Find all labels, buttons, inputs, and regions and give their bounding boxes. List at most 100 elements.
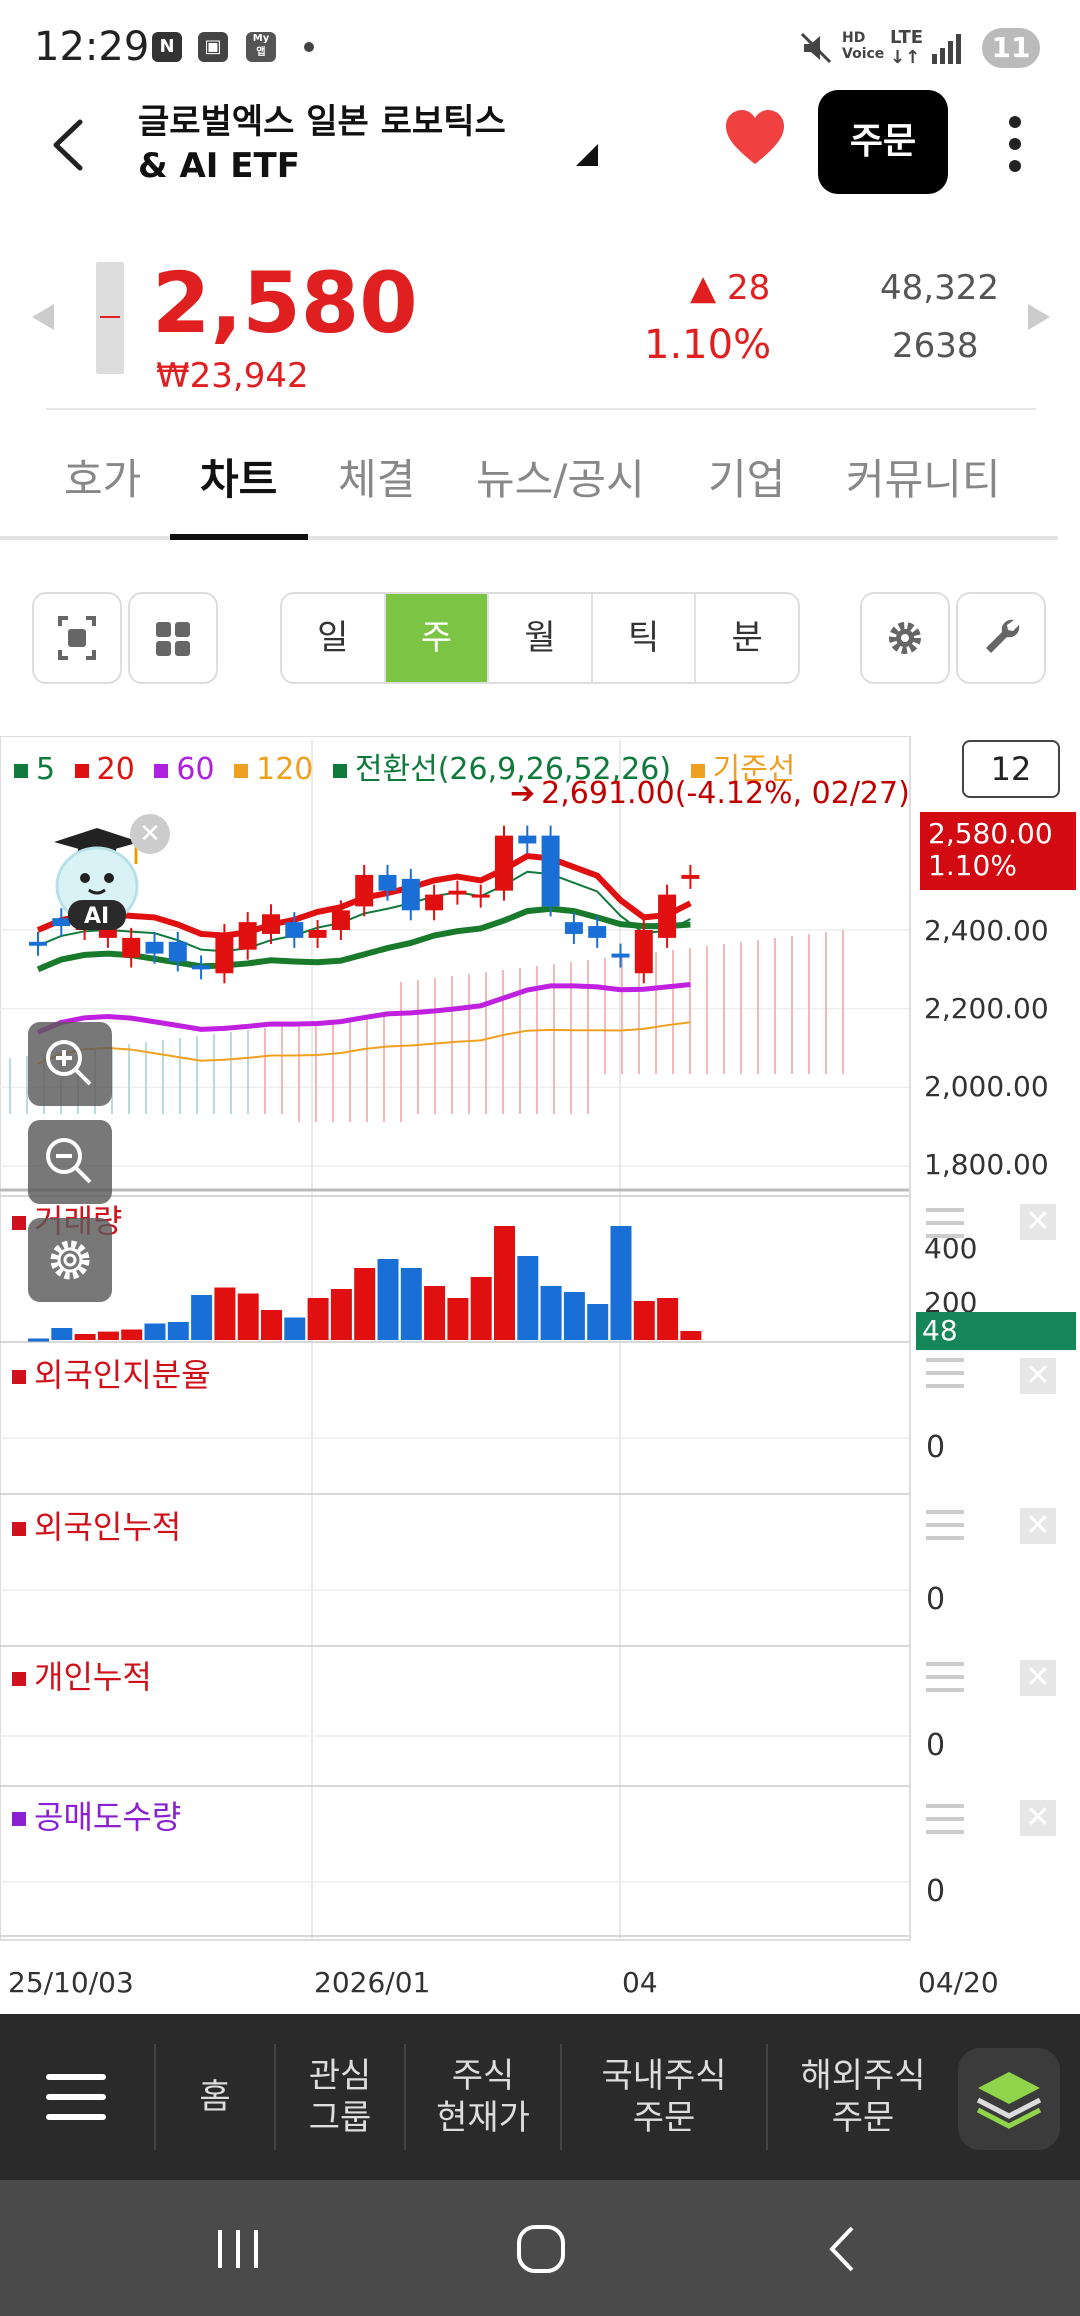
volume-bar xyxy=(167,1322,189,1340)
gear-icon xyxy=(50,1240,90,1280)
ma120-line xyxy=(37,1021,691,1065)
favorite-heart-icon[interactable] xyxy=(722,106,788,172)
volume-bar xyxy=(237,1293,259,1340)
price-change-pct: 1.10% xyxy=(644,322,772,368)
volume-bar xyxy=(610,1226,632,1340)
layers-icon xyxy=(976,2072,1042,2129)
volume-bar xyxy=(377,1259,399,1340)
volume-bar xyxy=(97,1331,119,1340)
volume-bar xyxy=(214,1287,236,1340)
panel-menu-icon[interactable] xyxy=(926,1804,964,1843)
candle xyxy=(658,894,677,938)
panel-title-individual-cumulative: 개인누적 xyxy=(12,1652,152,1698)
date-axis-label: 25/10/03 xyxy=(8,1966,134,1999)
volume-bar xyxy=(28,1338,49,1342)
trade-volume: 48,322 xyxy=(880,268,999,308)
panel-close-icon[interactable]: ✕ xyxy=(1020,1800,1056,1836)
period-month-button[interactable]: 월 xyxy=(489,594,593,682)
nav-domestic-order[interactable]: 국내주식 주문 xyxy=(562,2014,766,2180)
panel-close-icon[interactable]: ✕ xyxy=(1020,1204,1056,1240)
period-minute-button[interactable]: 분 xyxy=(696,594,798,682)
chart-count-box[interactable]: 12 xyxy=(962,740,1060,798)
status-time: 12:29 xyxy=(34,24,150,70)
volume-bar xyxy=(144,1323,166,1340)
price-axis-label: 2,200.00 xyxy=(924,992,1049,1025)
layout-grid-button[interactable] xyxy=(128,592,218,684)
volume-bar xyxy=(400,1268,422,1340)
more-menu-icon[interactable] xyxy=(1000,112,1030,176)
nav-watchlist-group[interactable]: 관심 그룹 xyxy=(276,2014,404,2180)
panel-menu-icon[interactable] xyxy=(926,1208,964,1247)
mute-icon xyxy=(800,32,832,64)
volume-tag: 48 xyxy=(916,1312,1076,1350)
candle xyxy=(355,874,374,907)
panel-close-icon[interactable]: ✕ xyxy=(1020,1660,1056,1696)
volume-bar xyxy=(284,1317,306,1340)
recent-apps-icon[interactable] xyxy=(214,2226,262,2272)
hamburger-icon xyxy=(46,2074,106,2120)
volume-bar xyxy=(680,1331,702,1340)
candle xyxy=(518,835,537,844)
tab-hoga[interactable]: 호가 xyxy=(64,446,141,507)
n-icon: N xyxy=(152,32,182,62)
panel-close-icon[interactable]: ✕ xyxy=(1020,1358,1056,1394)
period-tick-button[interactable]: 틱 xyxy=(593,594,697,682)
candle xyxy=(122,937,141,958)
next-stock-arrow-icon[interactable] xyxy=(1026,302,1052,332)
tab-trades[interactable]: 체결 xyxy=(338,446,415,507)
wrench-icon xyxy=(986,619,1020,653)
chart-tools-button[interactable] xyxy=(956,592,1046,684)
panel-menu-icon[interactable] xyxy=(926,1510,964,1549)
tab-community[interactable]: 커뮤니티 xyxy=(846,446,1001,507)
period-week-button[interactable]: 주 xyxy=(385,594,490,682)
volume-bar xyxy=(191,1295,213,1340)
panel-zero-label: 0 xyxy=(926,1430,946,1465)
panel-menu-icon[interactable] xyxy=(926,1358,964,1397)
tab-news[interactable]: 뉴스/공시 xyxy=(476,446,645,507)
panel-menu-icon[interactable] xyxy=(926,1662,964,1701)
candle xyxy=(448,890,467,895)
tab-chart[interactable]: 차트 xyxy=(200,446,277,507)
zoom-out-button[interactable] xyxy=(28,1120,112,1204)
period-day-button[interactable]: 일 xyxy=(282,594,386,682)
candle xyxy=(192,965,211,970)
current-tag-pct: 1.10% xyxy=(928,849,1017,882)
screenshot-icon: ▣ xyxy=(198,32,228,62)
volume-bar xyxy=(517,1256,539,1340)
prev-stock-arrow-icon[interactable] xyxy=(30,302,56,332)
candle xyxy=(611,953,630,958)
ai-close-icon[interactable]: ✕ xyxy=(130,814,170,854)
panel-close-icon[interactable]: ✕ xyxy=(1020,1508,1056,1544)
nav-home[interactable]: 홈 xyxy=(156,2014,274,2180)
capture-button[interactable] xyxy=(32,592,122,684)
tab-company[interactable]: 기업 xyxy=(708,446,785,507)
volume-bar xyxy=(494,1226,515,1340)
chart-settings-button[interactable] xyxy=(860,592,950,684)
nav-stock-price[interactable]: 주식 현재가 xyxy=(406,2014,560,2180)
panel-title-short-selling: 공매도수량 xyxy=(12,1792,181,1838)
date-axis-label: 2026/01 xyxy=(314,1966,431,1999)
lte-icon: LTE ↓↑ xyxy=(890,27,924,68)
volume-bar xyxy=(424,1286,446,1340)
zoom-in-icon xyxy=(46,1040,92,1086)
price-axis-label: 2,400.00 xyxy=(924,914,1049,947)
candle xyxy=(564,922,583,934)
hamburger-menu-button[interactable] xyxy=(0,2014,152,2180)
battery-icon: 11 xyxy=(982,28,1040,68)
home-icon[interactable] xyxy=(514,2222,568,2276)
candle xyxy=(285,922,304,938)
price-axis-label: 2,000.00 xyxy=(924,1070,1049,1103)
candle xyxy=(425,894,444,911)
nav-overseas-order[interactable]: 해외주식 주문 xyxy=(768,2014,958,2180)
layers-button[interactable] xyxy=(958,2048,1060,2150)
back-arrow-icon[interactable] xyxy=(40,110,100,180)
high-price-annotation: ➔ 2,691.00(-4.12%, 02/27) xyxy=(510,776,910,811)
date-axis-label: 04 xyxy=(622,1966,658,1999)
zoom-in-button[interactable] xyxy=(28,1022,112,1106)
legend-ma20: 20 xyxy=(74,752,135,787)
back-nav-icon[interactable] xyxy=(822,2222,866,2276)
panel-title-foreign-cumulative: 외국인누적 xyxy=(12,1502,181,1548)
chart-options-button[interactable] xyxy=(28,1218,112,1302)
order-button[interactable]: 주문 xyxy=(818,90,948,194)
title-dropdown-icon[interactable] xyxy=(574,142,600,168)
